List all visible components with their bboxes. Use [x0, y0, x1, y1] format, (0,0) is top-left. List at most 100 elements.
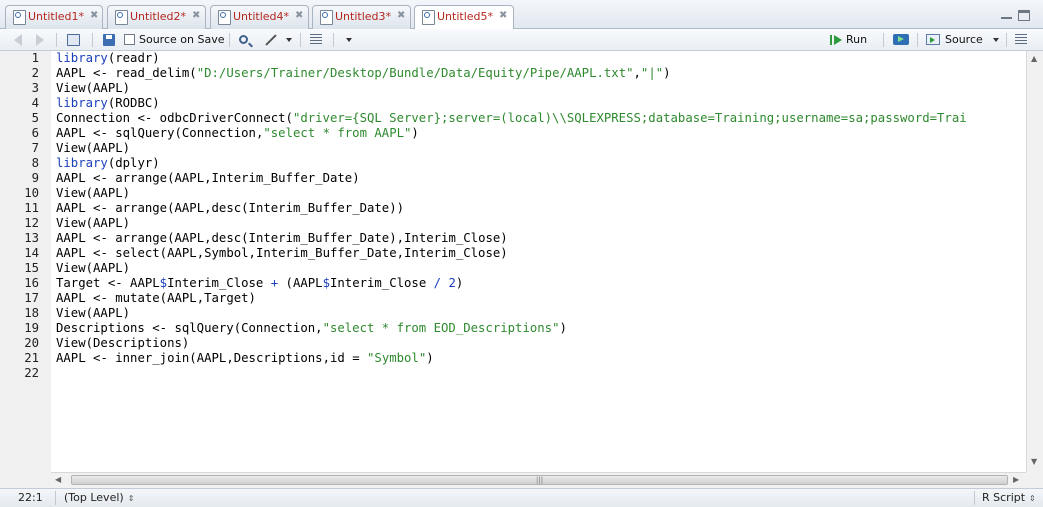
scroll-up-icon[interactable]: ▲ [1031, 54, 1037, 63]
code-line[interactable]: View(AAPL) [56, 81, 130, 96]
file-type-label: R Script [982, 491, 1026, 504]
code-line[interactable]: library(RODBC) [56, 96, 160, 111]
line-number: 3 [31, 81, 39, 95]
close-icon[interactable]: ✖ [295, 10, 303, 21]
scope-label: (Top Level) [64, 491, 124, 504]
source-dropdown-chevron-icon[interactable] [992, 37, 999, 42]
scroll-left-icon[interactable]: ◀ [55, 475, 61, 484]
editor-tab-strip: Untitled1* ✖ Untitled2* ✖ Untitled4* ✖ U… [0, 0, 1043, 30]
line-number: 20 [24, 336, 39, 350]
code-line[interactable]: View(AAPL) [56, 186, 130, 201]
code-line[interactable]: View(AAPL) [56, 306, 130, 321]
editor-toolbar: Source on Save Run Source [0, 29, 1043, 51]
tab-label: Untitled2* [130, 10, 187, 23]
line-number: 22 [24, 366, 39, 380]
line-number: 14 [24, 246, 39, 260]
line-number: 1 [31, 51, 39, 65]
code-line[interactable]: AAPL <- select(AAPL,Symbol,Interim_Buffe… [56, 246, 508, 261]
line-number: 12 [24, 216, 39, 230]
checkbox-box[interactable] [124, 34, 135, 45]
line-number: 15 [24, 261, 39, 275]
vertical-scrollbar[interactable]: ▲ ▼ [1026, 51, 1043, 472]
run-icon [830, 34, 832, 45]
code-line[interactable]: View(AAPL) [56, 216, 130, 231]
r-file-icon [13, 10, 26, 25]
code-line[interactable]: AAPL <- read_delim("D:/Users/Trainer/Des… [56, 66, 671, 81]
scope-updown-icon: ⇕ [127, 494, 135, 503]
code-line[interactable]: View(AAPL) [56, 141, 130, 156]
scroll-right-icon[interactable]: ▶ [1013, 475, 1019, 484]
code-line[interactable]: library(dplyr) [56, 156, 160, 171]
tab-untitled3[interactable]: Untitled3* ✖ [312, 5, 411, 29]
line-number: 17 [24, 291, 39, 305]
run-button[interactable]: Run [830, 31, 867, 48]
code-line[interactable]: library(readr) [56, 51, 160, 66]
line-number: 9 [31, 171, 39, 185]
minimize-icon[interactable] [1001, 12, 1012, 19]
tab-label: Untitled3* [335, 10, 392, 23]
line-number: 16 [24, 276, 39, 290]
outline-icon[interactable] [1015, 31, 1027, 48]
run-label: Run [846, 33, 868, 46]
code-line[interactable]: AAPL <- arrange(AAPL,desc(Interim_Buffer… [56, 201, 404, 216]
back-arrow-icon[interactable] [14, 31, 22, 48]
code-line[interactable]: Descriptions <- sqlQuery(Connection,"sel… [56, 321, 567, 336]
line-number: 11 [24, 201, 39, 215]
line-number: 7 [31, 141, 39, 155]
r-file-icon [218, 10, 231, 25]
code-line[interactable]: AAPL <- arrange(AAPL,Interim_Buffer_Date… [56, 171, 360, 186]
r-file-icon [115, 10, 128, 25]
code-line[interactable]: Target <- AAPL$Interim_Close + (AAPL$Int… [56, 276, 463, 291]
close-icon[interactable]: ✖ [90, 10, 98, 21]
magic-wand-icon[interactable] [264, 31, 292, 48]
maximize-icon[interactable] [1018, 10, 1030, 21]
tab-label: Untitled1* [28, 10, 85, 23]
tab-label: Untitled5* [437, 10, 494, 23]
rerun-icon[interactable] [893, 31, 909, 48]
r-file-icon [320, 10, 333, 25]
file-type-selector[interactable]: R Script ⇕ [982, 491, 1036, 504]
status-bar: 22:1 (Top Level) ⇕ R Script ⇕ [0, 488, 1043, 507]
search-icon[interactable] [239, 31, 248, 48]
code-line[interactable]: View(Descriptions) [56, 336, 189, 351]
horizontal-scrollbar[interactable]: ◀ ||| ▶ [51, 472, 1026, 488]
close-icon[interactable]: ✖ [192, 10, 200, 21]
source-button[interactable]: Source [926, 31, 999, 48]
r-file-icon [422, 10, 435, 25]
line-number: 6 [31, 126, 39, 140]
file-type-updown-icon: ⇕ [1029, 494, 1036, 503]
tab-untitled4[interactable]: Untitled4* ✖ [210, 5, 309, 29]
forward-arrow-icon[interactable] [36, 31, 44, 48]
source-on-save-checkbox[interactable]: Source on Save [124, 31, 224, 48]
scope-selector[interactable]: (Top Level) ⇕ [64, 491, 134, 504]
show-in-window-icon[interactable] [67, 31, 80, 48]
horizontal-scroll-thumb[interactable]: ||| [71, 475, 1008, 485]
scroll-down-icon[interactable]: ▼ [1031, 457, 1037, 466]
source-icon [926, 34, 940, 45]
line-number: 10 [24, 186, 39, 200]
code-line[interactable]: AAPL <- arrange(AAPL,desc(Interim_Buffer… [56, 231, 508, 246]
tab-untitled2[interactable]: Untitled2* ✖ [107, 5, 206, 29]
code-line[interactable]: AAPL <- sqlQuery(Connection,"select * fr… [56, 126, 419, 141]
code-line[interactable]: View(AAPL) [56, 261, 130, 276]
tab-untitled5[interactable]: Untitled5* ✖ [414, 5, 514, 30]
save-icon[interactable] [103, 31, 115, 48]
code-line[interactable]: AAPL <- inner_join(AAPL,Descriptions,id … [56, 351, 434, 366]
line-number: 18 [24, 306, 39, 320]
close-icon[interactable]: ✖ [397, 10, 405, 21]
code-line[interactable]: AAPL <- mutate(AAPL,Target) [56, 291, 256, 306]
line-number: 2 [31, 66, 39, 80]
menu-chevron-icon[interactable] [346, 31, 352, 48]
source-on-save-label: Source on Save [139, 33, 225, 46]
code-editor[interactable]: library(readr) AAPL <- read_delim("D:/Use… [51, 51, 1043, 472]
tab-untitled1[interactable]: Untitled1* ✖ [5, 5, 103, 29]
source-label: Source [945, 33, 983, 46]
line-number: 5 [31, 111, 39, 125]
line-number-gutter: 1 2 3 4 5 6 7 8 9 10 11 12 13 14 15 16 17 18 19 20 21 22 [0, 51, 51, 472]
compile-report-icon[interactable] [310, 31, 322, 48]
line-number: 19 [24, 321, 39, 335]
line-number: 13 [24, 231, 39, 245]
code-line[interactable]: Connection <- odbcDriverConnect("driver=… [56, 111, 967, 126]
line-number: 21 [24, 351, 39, 365]
close-icon[interactable]: ✖ [499, 10, 507, 21]
